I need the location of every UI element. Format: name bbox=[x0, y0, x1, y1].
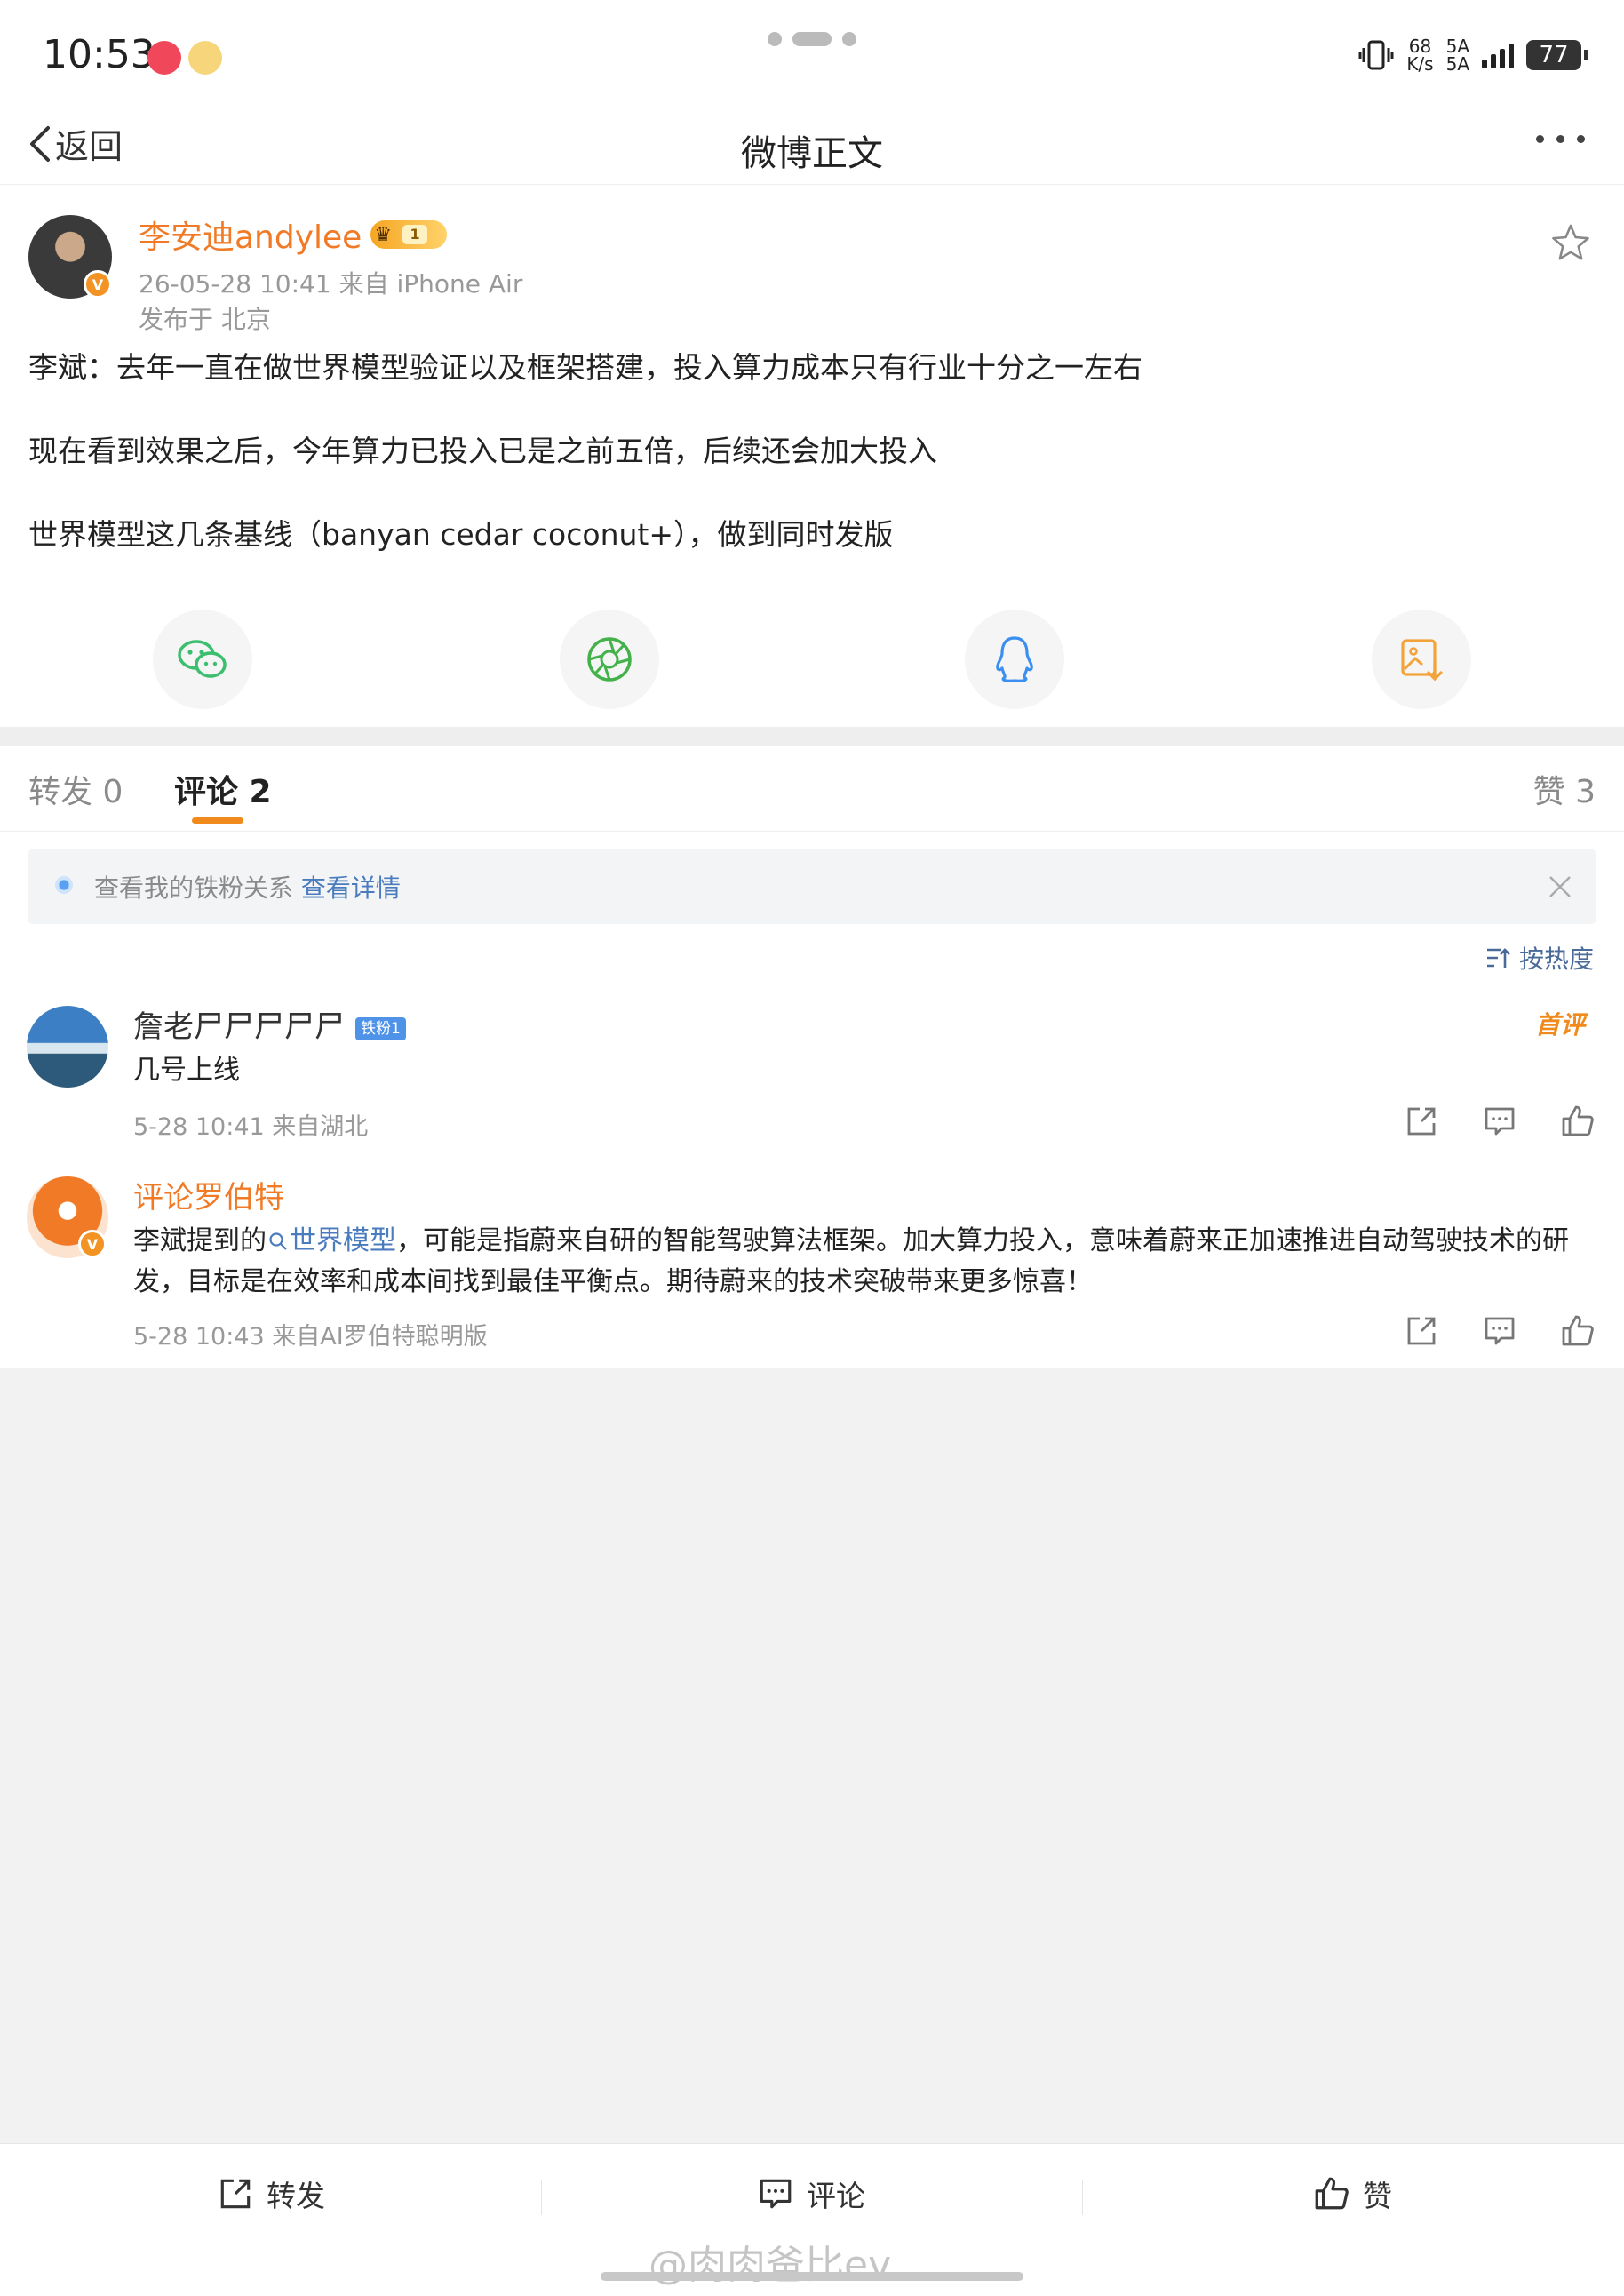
moon-app-icon bbox=[188, 41, 222, 75]
save-image-button[interactable] bbox=[1372, 610, 1471, 709]
post-paragraph: 现在看到效果之后，今年算力已投入已是之前五倍，后续还会加大投入 bbox=[28, 434, 937, 468]
battery-icon: 77 bbox=[1526, 40, 1588, 70]
author-name[interactable]: 李安迪andylee bbox=[139, 211, 362, 258]
moments-icon bbox=[587, 637, 632, 682]
like-button[interactable]: 赞 bbox=[1313, 2172, 1392, 2215]
bottom-action-bar: 转发 评论 赞 @肉肉爸比ev bbox=[0, 2143, 1624, 2296]
repost-button[interactable]: 转发 bbox=[217, 2172, 325, 2215]
comment-like-icon[interactable] bbox=[1560, 1104, 1596, 1139]
vip-level: 1 bbox=[402, 225, 428, 244]
comment-meta: 5-28 10:41 来自湖北 bbox=[133, 1113, 369, 1141]
fan-level-badge: 铁粉1 bbox=[355, 1016, 406, 1040]
search-icon bbox=[269, 1232, 287, 1250]
tab-comments[interactable]: 评论 2 bbox=[174, 766, 272, 812]
nav-bar: 返回 微博正文 bbox=[0, 107, 1624, 185]
comment-text: 几号上线 bbox=[133, 1055, 240, 1086]
page-title: 微博正文 bbox=[741, 133, 883, 174]
crown-icon: ♛ bbox=[374, 223, 393, 246]
sort-icon bbox=[1486, 948, 1510, 968]
comment-like-icon[interactable] bbox=[1560, 1313, 1596, 1349]
like-label: 赞 bbox=[1363, 2179, 1392, 2213]
tab-bar: 转发 0 评论 2 赞 3 bbox=[0, 746, 1624, 832]
repost-icon bbox=[220, 2179, 251, 2209]
repost-label: 转发 bbox=[267, 2179, 325, 2213]
share-qq-button[interactable] bbox=[965, 610, 1064, 709]
post-text: 李斌：去年一直在做世界模型验证以及框架搭建，投入算力成本只有行业十分之一左右 现… bbox=[28, 347, 1592, 597]
post-time-source: 26-05-28 10:41 来自 iPhone Air bbox=[139, 269, 523, 299]
vibrate-icon bbox=[1358, 40, 1394, 70]
tab-indicator bbox=[192, 817, 243, 824]
bar-divider bbox=[541, 2180, 542, 2215]
comment-icon bbox=[760, 2179, 792, 2209]
comment-meta: 5-28 10:43 来自AI罗伯特聪明版 bbox=[133, 1323, 488, 1351]
status-time: 10:53 bbox=[43, 32, 155, 77]
comment-reply-icon[interactable] bbox=[1482, 1104, 1517, 1139]
comment-repost-icon[interactable] bbox=[1404, 1313, 1439, 1349]
comment-text: 李斌提到的 世界模型，可能是指蔚来自研的智能驾驶算法框架。加大算力投入，意味着蔚来… bbox=[133, 1225, 1569, 1297]
signal-icon bbox=[1482, 42, 1514, 68]
section-divider bbox=[0, 727, 1624, 746]
commenter-name[interactable]: 评论罗伯特 bbox=[133, 1173, 284, 1216]
favorite-star-icon[interactable] bbox=[1549, 222, 1592, 265]
sort-button[interactable]: 按热度 bbox=[1485, 940, 1594, 976]
topic-link[interactable]: 世界模型 bbox=[267, 1225, 396, 1256]
verified-badge: V bbox=[78, 1230, 107, 1258]
share-row bbox=[0, 610, 1624, 709]
share-moments-button[interactable] bbox=[560, 610, 659, 709]
commenter-avatar[interactable] bbox=[27, 1006, 108, 1088]
close-icon[interactable] bbox=[1548, 874, 1572, 899]
first-comment-badge: 首评 bbox=[1534, 1010, 1585, 1040]
home-indicator[interactable] bbox=[601, 2272, 1023, 2281]
sort-label: 按热度 bbox=[1518, 945, 1594, 974]
post-paragraph: 世界模型这几条基线（banyan cedar coconut+），做到同时发版 bbox=[28, 517, 894, 552]
fan-detail-link[interactable]: 查看详情 bbox=[301, 873, 401, 903]
multitask-handle[interactable] bbox=[768, 32, 856, 48]
post-location: 发布于 北京 bbox=[139, 305, 271, 334]
comment-reply-icon[interactable] bbox=[1482, 1313, 1517, 1349]
notification-app-icon bbox=[147, 41, 181, 75]
tab-repost[interactable]: 转发 0 bbox=[28, 766, 123, 812]
status-indicators: 68 K/s 5A 5A 77 bbox=[1358, 36, 1588, 75]
watermark: @肉肉爸比ev bbox=[649, 2243, 892, 2288]
comment-button[interactable]: 评论 bbox=[757, 2172, 865, 2215]
bar-divider bbox=[1082, 2180, 1083, 2215]
verified-badge: V bbox=[84, 270, 112, 299]
save-image-icon bbox=[1401, 639, 1443, 682]
comment-actions bbox=[1404, 1104, 1596, 1139]
post-paragraph: 李斌：去年一直在做世界模型验证以及框架搭建，投入算力成本只有行业十分之一左右 bbox=[28, 350, 1142, 385]
fan-relation-bar[interactable]: 查看我的铁粉关系 查看详情 bbox=[28, 849, 1596, 924]
commenter-name[interactable]: 詹老尸尸尸尸尸 铁粉1 bbox=[133, 1002, 406, 1046]
wechat-icon bbox=[178, 640, 227, 678]
comments-section: 查看我的铁粉关系 查看详情 按热度 詹老尸尸尸尸尸 铁粉1 首评 几号上线 5-2… bbox=[0, 832, 1624, 1368]
more-options-icon[interactable] bbox=[1536, 135, 1585, 143]
vip-badge[interactable]: ♛ 1 bbox=[370, 220, 448, 249]
comment-repost-icon[interactable] bbox=[1404, 1104, 1439, 1139]
post-card: V 李安迪andylee ♛ 1 26-05-28 10:41 来自 iPhon… bbox=[0, 185, 1624, 727]
qq-icon bbox=[996, 636, 1033, 682]
net-speed: 68 K/s bbox=[1406, 36, 1434, 75]
tab-likes[interactable]: 赞 3 bbox=[1533, 766, 1596, 812]
share-wechat-button[interactable] bbox=[153, 610, 252, 709]
status-bar: 10:53 68 K/s 5A 5A 77 bbox=[0, 0, 1624, 107]
network-type: 5A 5A bbox=[1445, 36, 1469, 75]
comment-label: 评论 bbox=[807, 2179, 865, 2213]
comment-actions bbox=[1404, 1313, 1596, 1349]
fan-icon bbox=[55, 876, 73, 894]
thumbs-up-icon bbox=[1315, 2177, 1349, 2210]
author-row: 李安迪andylee ♛ 1 bbox=[139, 211, 448, 258]
fan-relation-text: 查看我的铁粉关系 查看详情 bbox=[94, 873, 401, 903]
